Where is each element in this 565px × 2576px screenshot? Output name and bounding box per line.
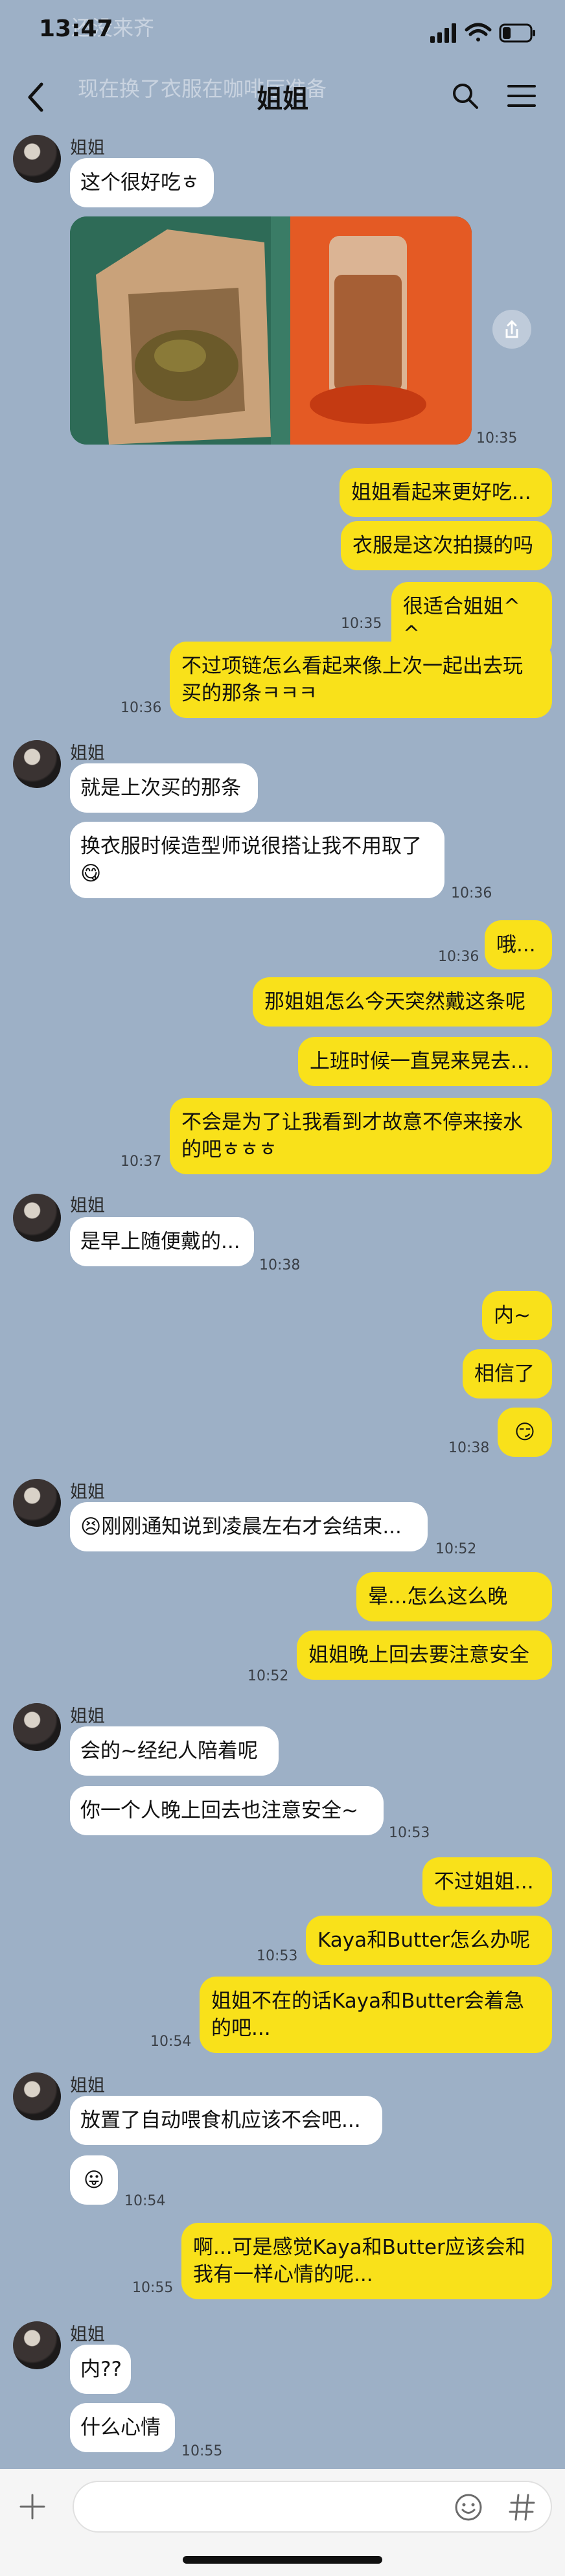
outgoing-bubble[interactable]: 相信了: [463, 1349, 552, 1398]
outgoing-bubble[interactable]: 衣服是这次拍摄的吗: [341, 521, 552, 570]
timestamp: 10:38: [448, 1440, 490, 1456]
outgoing-bubble[interactable]: 哦...: [485, 920, 552, 969]
outgoing-bubble[interactable]: 晕...怎么这么晚: [356, 1572, 552, 1621]
timestamp: 10:54: [150, 2034, 192, 2050]
timestamp: 10:35: [476, 430, 518, 447]
sender-name: 姐姐: [70, 1706, 105, 1726]
outgoing-emoji-bubble[interactable]: 😏: [498, 1408, 552, 1457]
home-indicator[interactable]: [183, 2556, 382, 2564]
hashtag-icon[interactable]: [508, 2492, 536, 2522]
avatar[interactable]: [13, 1703, 61, 1751]
timestamp: 10:35: [341, 616, 382, 632]
message-line: 不过项链怎么看起来像上次一起出去玩: [181, 655, 523, 678]
search-icon[interactable]: [451, 82, 479, 110]
share-icon: [505, 319, 518, 338]
avatar[interactable]: [13, 1194, 61, 1242]
outgoing-bubble[interactable]: 不会是为了让我看到才故意不停来接水 的吧ㅎㅎㅎ: [170, 1098, 552, 1174]
timestamp: 10:53: [257, 1948, 298, 1964]
outgoing-bubble[interactable]: 那姐姐怎么今天突然戴这条呢: [253, 977, 552, 1027]
timestamp: 10:36: [451, 885, 492, 901]
incoming-bubble[interactable]: 内??: [70, 2345, 131, 2394]
plus-icon[interactable]: [18, 2492, 47, 2521]
sender-name: 姐姐: [70, 2076, 105, 2096]
timestamp: 10:36: [438, 949, 479, 965]
incoming-bubble[interactable]: 放置了自动喂食机应该不会吧...: [70, 2096, 382, 2145]
incoming-bubble[interactable]: 是早上随便戴的...: [70, 1217, 254, 1266]
emoji: 😣: [80, 1515, 102, 1538]
shared-photo[interactable]: [70, 216, 472, 445]
emoji: 😋: [80, 862, 102, 885]
incoming-bubble[interactable]: 😣刚刚通知说到凌晨左右才会结束...: [70, 1502, 428, 1551]
outgoing-bubble[interactable]: 姐姐晚上回去要注意安全: [297, 1630, 552, 1680]
outgoing-bubble[interactable]: 姐姐不在的话Kaya和Butter会着急 的吧...: [200, 1977, 552, 2053]
signal-icon: [430, 23, 456, 43]
outgoing-bubble[interactable]: Kaya和Butter怎么办呢: [306, 1916, 552, 1965]
chat-title: 姐姐: [257, 84, 308, 114]
timestamp: 10:38: [259, 1257, 301, 1273]
timestamp: 10:55: [132, 2280, 174, 2296]
status-time: 13:47: [39, 16, 113, 42]
message-line: 换衣服时候造型师说很搭让我不用取了: [80, 835, 422, 858]
outgoing-bubble[interactable]: 不过姐姐...: [422, 1857, 552, 1907]
avatar[interactable]: [13, 1479, 61, 1527]
battery-icon: [499, 23, 535, 43]
timestamp: 10:36: [121, 700, 162, 716]
incoming-bubble[interactable]: 就是上次买的那条: [70, 763, 258, 813]
timestamp: 10:37: [121, 1154, 162, 1170]
incoming-bubble[interactable]: 这个很好吃ㅎ: [70, 158, 214, 207]
outgoing-bubble[interactable]: 啊...可是感觉Kaya和Butter应该会和 我有一样心情的呢...: [181, 2223, 552, 2299]
incoming-bubble[interactable]: 什么心情: [70, 2403, 175, 2452]
sender-name: 姐姐: [70, 1196, 105, 1216]
incoming-bubble[interactable]: 换衣服时候造型师说很搭让我不用取了 😋: [70, 822, 444, 898]
incoming-bubble[interactable]: 会的~经纪人陪着呢: [70, 1726, 279, 1776]
outgoing-bubble[interactable]: 姐姐看起来更好吃...: [340, 468, 552, 517]
incoming-bubble[interactable]: 你一个人晚上回去也注意安全~: [70, 1786, 384, 1835]
message-line: 的吧ㅎㅎㅎ: [181, 1138, 277, 1161]
sender-name: 姐姐: [70, 743, 105, 763]
outgoing-bubble[interactable]: 上班时候一直晃来晃去...: [298, 1037, 552, 1086]
wifi-icon: [465, 23, 492, 41]
outgoing-bubble[interactable]: 不过项链怎么看起来像上次一起出去玩 买的那条ㅋㅋㅋ: [170, 642, 552, 718]
emoji-icon[interactable]: [454, 2492, 483, 2522]
timestamp: 10:52: [248, 1668, 289, 1684]
outgoing-bubble[interactable]: 内~: [482, 1291, 552, 1340]
timestamp: 10:54: [124, 2193, 166, 2209]
sender-name: 姐姐: [70, 1482, 105, 1502]
message-text: 刚刚通知说到凌晨左右才会结束...: [101, 1515, 402, 1538]
avatar[interactable]: [13, 135, 61, 183]
food-drink-photo: [70, 216, 472, 445]
share-button[interactable]: [492, 310, 531, 349]
avatar[interactable]: [13, 2072, 61, 2120]
sender-name: 姐姐: [70, 2325, 105, 2345]
message-line: 的吧...: [211, 2017, 271, 2040]
timestamp: 10:52: [435, 1541, 477, 1557]
message-line: 姐姐不在的话Kaya和Butter会着急: [211, 1990, 525, 2013]
timestamp: 10:55: [181, 2443, 223, 2459]
message-line: 买的那条ㅋㅋㅋ: [181, 682, 317, 705]
message-line: 我有一样心情的呢...: [193, 2263, 373, 2286]
status-icons: [430, 23, 535, 43]
avatar[interactable]: [13, 2321, 61, 2369]
message-line: 不会是为了让我看到才故意不停来接水: [181, 1111, 523, 1134]
avatar[interactable]: [13, 740, 61, 788]
timestamp: 10:53: [389, 1825, 430, 1841]
sender-name: 姐姐: [70, 138, 105, 158]
hamburger-menu-icon[interactable]: [507, 83, 536, 109]
incoming-emoji-bubble[interactable]: 😛: [70, 2155, 118, 2205]
message-line: 啊...可是感觉Kaya和Butter应该会和: [193, 2236, 525, 2259]
